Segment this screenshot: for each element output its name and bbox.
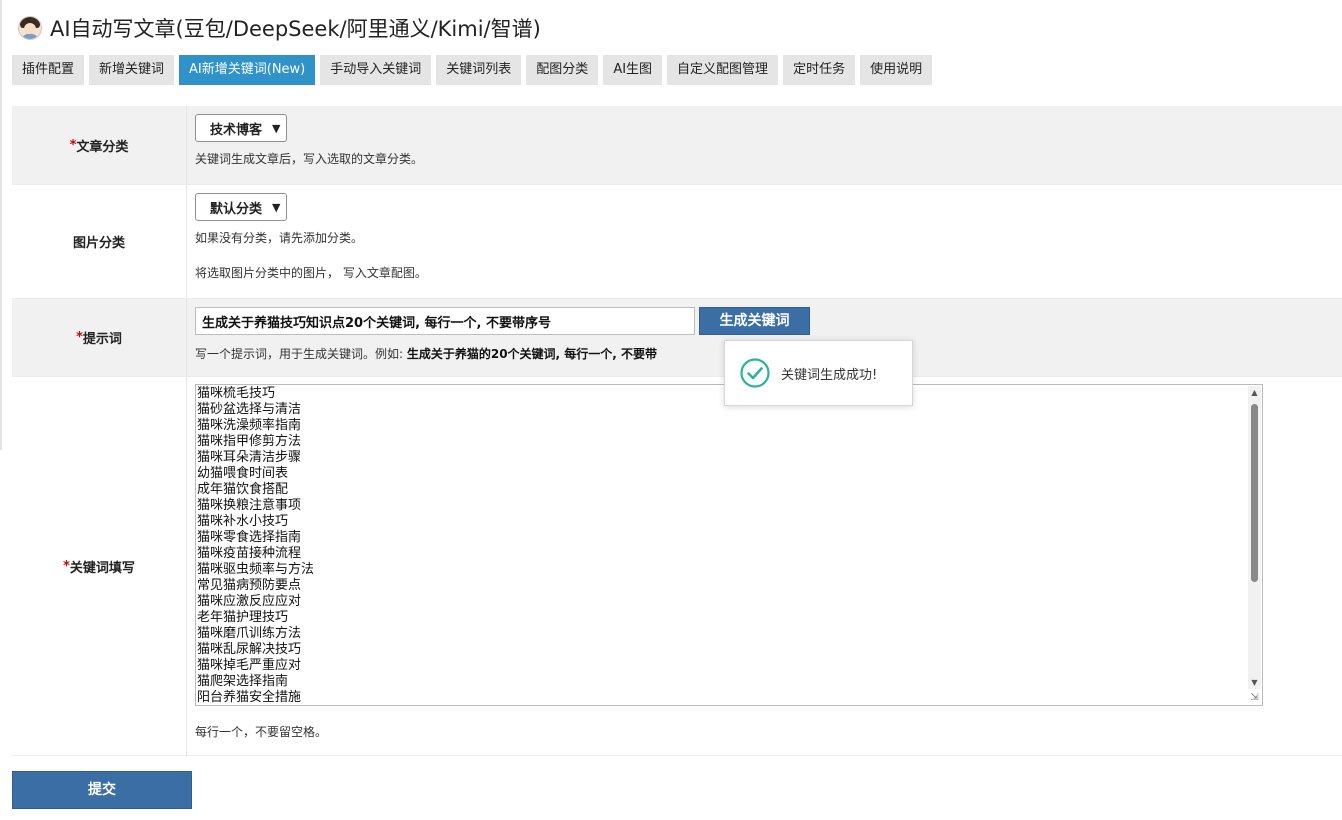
article-category-help: 关键词生成文章后，写入选取的文章分类。	[195, 152, 424, 166]
tab-4[interactable]: 关键词列表	[436, 55, 522, 85]
toast-message: 关键词生成成功!	[781, 367, 878, 383]
chevron-down-icon: ▼	[272, 200, 281, 214]
article-category-label: * 文章分类	[12, 106, 187, 184]
page-edge	[0, 0, 2, 450]
article-category-select[interactable]: 技术博客 ▼	[195, 114, 288, 142]
keyword-line: 猫咪疫苗接种流程	[197, 546, 302, 561]
tab-0[interactable]: 插件配置	[12, 55, 85, 85]
keyword-line: 猫咪指甲修剪方法	[197, 434, 302, 449]
tab-6[interactable]: AI生图	[603, 55, 663, 85]
tab-8[interactable]: 定时任务	[783, 55, 856, 85]
textarea-scrollbar[interactable]: ▲ ▼	[1248, 386, 1261, 689]
image-category-label: 图片分类	[12, 185, 187, 298]
keywords-label-text: 关键词填写	[69, 560, 135, 576]
keyword-line: 猫砂盆选择与清洁	[197, 402, 302, 417]
keyword-line: 猫咪乱尿解决技巧	[197, 642, 302, 657]
image-category-value: 默认分类	[210, 201, 263, 217]
tab-5[interactable]: 配图分类	[526, 55, 599, 85]
prompt-input[interactable]	[195, 307, 695, 335]
keywords-list[interactable]: 猫咪梳毛技巧 猫砂盆选择与清洁 猫咪洗澡频率指南 猫咪指甲修剪方法 猫咪耳朵清洁步骤 幼猫…	[197, 386, 1246, 704]
image-category-select[interactable]: 默认分类 ▼	[195, 193, 288, 221]
tab-3[interactable]: 手动导入关键词	[320, 55, 432, 85]
row-prompt: * 提示词 生成关键词 写一个提示词，用于生成关键词。例如: 生成关于养猫的20…	[12, 299, 1342, 377]
image-category-help-2: 将选取图片分类中的图片， 写入文章配图。	[195, 266, 427, 280]
keywords-textarea[interactable]: 猫咪梳毛技巧 猫砂盆选择与清洁 猫咪洗澡频率指南 猫咪指甲修剪方法 猫咪耳朵清洁步骤 幼猫…	[195, 384, 1263, 706]
keyword-line: 猫咪洗澡频率指南	[197, 418, 302, 433]
keywords-help: 每行一个，不要留空格。	[195, 725, 328, 739]
keyword-line: 猫咪换粮注意事项	[197, 498, 302, 513]
keyword-line: 猫咪掉毛严重应对	[197, 658, 302, 673]
keyword-form: * 文章分类 技术博客 ▼ 关键词生成文章后，写入选取的文章分类。 图片分类 默…	[12, 106, 1342, 756]
keyword-line: 老年猫护理技巧	[197, 610, 289, 625]
image-category-help-1: 如果没有分类，请先添加分类。	[195, 231, 364, 245]
tab-9[interactable]: 使用说明	[860, 55, 933, 85]
image-category-label-text: 图片分类	[72, 236, 125, 251]
keyword-line: 成年猫饮食搭配	[197, 482, 289, 497]
scroll-up-icon[interactable]: ▲	[1248, 386, 1261, 399]
tab-7[interactable]: 自定义配图管理	[667, 55, 779, 85]
required-mark: *	[69, 137, 77, 153]
row-image-category: 图片分类 默认分类 ▼ 如果没有分类，请先添加分类。 将选取图片分类中的图片， …	[12, 185, 1342, 299]
check-circle-icon	[740, 358, 770, 388]
keyword-line: 幼猫喂食时间表	[197, 466, 289, 481]
keyword-line: 猫咪驱虫频率与方法	[197, 562, 315, 577]
submit-button[interactable]: 提交	[12, 771, 192, 809]
page-title: AI自动写文章(豆包/DeepSeek/阿里通义/Kimi/智谱)	[50, 17, 541, 41]
keyword-line: 猫咪零食选择指南	[197, 530, 302, 545]
generate-keywords-button[interactable]: 生成关键词	[699, 307, 810, 335]
chevron-down-icon: ▼	[272, 121, 281, 135]
keyword-line: 常见猫病预防要点	[197, 578, 302, 593]
keyword-line: 猫咪磨爪训练方法	[197, 626, 302, 641]
tab-1[interactable]: 新增关键词	[89, 55, 175, 85]
keyword-line: 阳台养猫安全措施	[197, 690, 302, 704]
tab-2[interactable]: AI新增关键词(New)	[179, 55, 316, 85]
row-keywords: * 关键词填写 猫咪梳毛技巧 猫砂盆选择与清洁 猫咪洗澡频率指南 猫咪指甲修剪方法 猫咪…	[12, 377, 1342, 756]
scroll-down-icon[interactable]: ▼	[1248, 676, 1261, 689]
prompt-help-example: 生成关于养猫的20个关键词, 每行一个, 不要带	[406, 347, 658, 361]
resize-grip-icon[interactable]: ⇲	[1248, 691, 1261, 704]
header: AI自动写文章(豆包/DeepSeek/阿里通义/Kimi/智谱)	[18, 12, 541, 44]
prompt-label-text: 提示词	[82, 332, 122, 347]
required-mark: *	[76, 330, 83, 345]
article-category-value: 技术博客	[210, 122, 263, 138]
keyword-line: 猫咪应激反应应对	[197, 594, 302, 609]
prompt-label: * 提示词	[12, 299, 187, 376]
avatar	[18, 16, 42, 40]
keyword-line: 猫咪补水小技巧	[197, 514, 289, 529]
keyword-line: 猫爬架选择指南	[197, 674, 289, 689]
keyword-line: 猫咪耳朵清洁步骤	[197, 450, 302, 465]
scroll-thumb[interactable]	[1251, 404, 1258, 582]
keyword-line: 猫咪梳毛技巧	[197, 386, 276, 401]
success-toast: 关键词生成成功!	[724, 340, 913, 406]
row-article-category: * 文章分类 技术博客 ▼ 关键词生成文章后，写入选取的文章分类。	[12, 106, 1342, 185]
keywords-label: * 关键词填写	[12, 377, 187, 755]
required-mark: *	[63, 558, 70, 574]
prompt-help-prefix: 写一个提示词，用于生成关键词。例如:	[195, 347, 407, 361]
tab-bar: 插件配置 新增关键词 AI新增关键词(New) 手动导入关键词 关键词列表 配图分类 AI生…	[12, 55, 933, 85]
article-category-label-text: 文章分类	[76, 139, 129, 155]
